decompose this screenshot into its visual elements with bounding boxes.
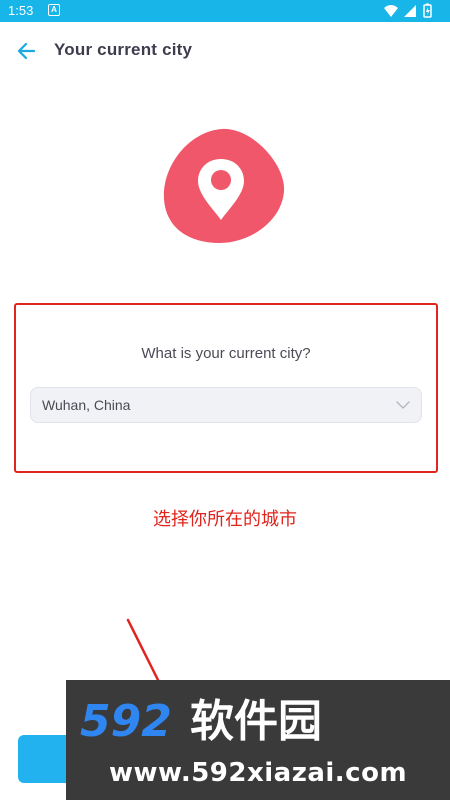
status-bar: 1:53 A (0, 0, 450, 22)
battery-icon (423, 3, 432, 18)
location-pin-icon (163, 128, 285, 243)
svg-text:软件园: 软件园 (190, 696, 322, 744)
chevron-down-icon (396, 401, 410, 409)
status-time: 1:53 (8, 3, 34, 18)
app-header: Your current city (0, 22, 450, 80)
city-select-value: Wuhan, China (42, 397, 131, 413)
notification-icon: A (48, 4, 60, 16)
wifi-icon (384, 5, 398, 17)
annotation-text: 选择你所在的城市 (153, 509, 297, 529)
city-select[interactable]: Wuhan, China (30, 387, 422, 423)
signal-icon (404, 5, 416, 17)
watermark: 592 软件园 www.592xiazai.com (66, 680, 450, 800)
svg-text:592: 592 (80, 696, 172, 744)
watermark-logo: 592 软件园 (80, 696, 322, 744)
status-icons (384, 3, 432, 18)
city-question: What is your current city? (141, 345, 311, 362)
watermark-url: www.592xiazai.com (108, 758, 408, 788)
city-selection-highlight: What is your current city? Wuhan, China (14, 303, 438, 473)
arrow-left-icon[interactable] (12, 36, 42, 66)
page-title: Your current city (54, 40, 193, 59)
